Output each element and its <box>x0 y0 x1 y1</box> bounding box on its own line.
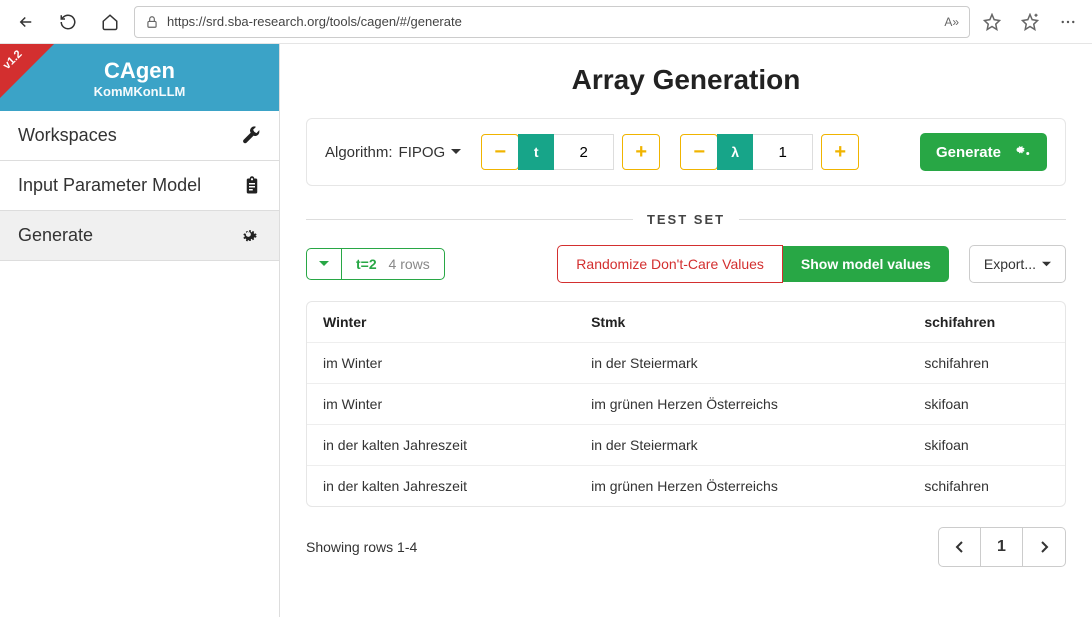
filter-t-label: t=2 <box>356 256 377 272</box>
refresh-button[interactable] <box>50 6 86 38</box>
lambda-symbol: λ <box>717 134 753 170</box>
collections-button[interactable] <box>1014 6 1046 38</box>
section-divider: TEST SET <box>306 212 1066 227</box>
star-plus-icon <box>1021 13 1039 31</box>
algorithm-selected: FIPOG <box>399 144 446 161</box>
t-minus-button[interactable]: − <box>481 134 519 170</box>
strength-filter[interactable]: t=2 4 rows <box>306 248 445 280</box>
sidebar-item-generate[interactable]: Generate <box>0 211 279 261</box>
read-aloud-icon[interactable]: A» <box>944 15 959 29</box>
table-row: in der kalten Jahreszeit im grünen Herze… <box>307 466 1065 506</box>
app-root: v1.2 CAgen KomMKonLLM Workspaces Input P… <box>0 44 1092 617</box>
next-page-button[interactable] <box>1023 528 1065 566</box>
ellipsis-icon <box>1059 13 1077 31</box>
caret-down-icon <box>319 259 329 269</box>
table-row: im Winter im grünen Herzen Österreichs s… <box>307 384 1065 425</box>
algorithm-select[interactable]: Algorithm: FIPOG <box>325 144 461 161</box>
prev-page-button[interactable] <box>939 528 981 566</box>
lambda-plus-button[interactable]: + <box>821 134 859 170</box>
table-header-row: Winter Stmk schifahren <box>307 302 1065 343</box>
sidebar-item-workspaces[interactable]: Workspaces <box>0 111 279 161</box>
chevron-right-icon <box>1039 540 1049 554</box>
table-cell: schifahren <box>908 466 1065 506</box>
sidebar-item-label: Workspaces <box>18 125 117 146</box>
brand-subtitle: KomMKonLLM <box>0 84 279 99</box>
column-header: Winter <box>307 302 575 343</box>
browser-toolbar: https://srd.sba-research.org/tools/cagen… <box>0 0 1092 44</box>
results-table: Winter Stmk schifahren im Winter in der … <box>306 301 1066 507</box>
table-cell: in der Steiermark <box>575 343 908 384</box>
caret-down-icon <box>1042 260 1051 269</box>
filter-rows-label: 4 rows <box>389 256 430 272</box>
url-text: https://srd.sba-research.org/tools/cagen… <box>167 14 936 29</box>
sidebar-item-label: Input Parameter Model <box>18 175 201 196</box>
lambda-minus-button[interactable]: − <box>680 134 718 170</box>
export-button[interactable]: Export... <box>969 245 1066 283</box>
algorithm-bar: Algorithm: FIPOG − t + − λ + Generate <box>306 118 1066 186</box>
table-row: im Winter in der Steiermark schifahren <box>307 343 1065 384</box>
t-input[interactable] <box>554 134 614 170</box>
t-symbol: t <box>518 134 554 170</box>
clipboard-icon <box>243 176 261 196</box>
table-cell: im grünen Herzen Österreichs <box>575 466 908 506</box>
home-button[interactable] <box>92 6 128 38</box>
showing-label: Showing rows 1-4 <box>306 539 417 555</box>
t-stepper: − t + <box>481 134 660 170</box>
main-content: Array Generation Algorithm: FIPOG − t + … <box>280 44 1092 617</box>
generate-button[interactable]: Generate <box>920 133 1047 171</box>
table-cell: skifoan <box>908 384 1065 425</box>
table-cell: schifahren <box>908 343 1065 384</box>
arrow-left-icon <box>17 13 35 31</box>
refresh-icon <box>59 13 77 31</box>
lock-icon <box>145 15 159 29</box>
table-cell: im Winter <box>307 384 575 425</box>
column-header: Stmk <box>575 302 908 343</box>
more-button[interactable] <box>1052 6 1084 38</box>
column-header: schifahren <box>908 302 1065 343</box>
gears-icon <box>1011 143 1031 161</box>
brand-header: v1.2 CAgen KomMKonLLM <box>0 44 279 111</box>
caret-down-icon <box>451 147 461 157</box>
table-cell: in der Steiermark <box>575 425 908 466</box>
lambda-input[interactable] <box>753 134 813 170</box>
chevron-left-icon <box>955 540 965 554</box>
filter-toggle[interactable] <box>307 249 342 279</box>
sidebar-item-input-parameter-model[interactable]: Input Parameter Model <box>0 161 279 211</box>
randomize-button[interactable]: Randomize Don't-Care Values <box>557 245 783 283</box>
section-label: TEST SET <box>633 212 739 227</box>
export-label: Export... <box>984 256 1036 272</box>
pagination: 1 <box>938 527 1066 567</box>
page-number[interactable]: 1 <box>981 528 1023 566</box>
t-plus-button[interactable]: + <box>622 134 660 170</box>
testset-controls: t=2 4 rows Randomize Don't-Care Values S… <box>306 245 1066 283</box>
table-row: in der kalten Jahreszeit in der Steierma… <box>307 425 1065 466</box>
table-cell: in der kalten Jahreszeit <box>307 425 575 466</box>
filter-summary: t=2 4 rows <box>342 256 444 272</box>
table-cell: skifoan <box>908 425 1065 466</box>
sidebar-item-label: Generate <box>18 225 93 246</box>
generate-label: Generate <box>936 144 1001 161</box>
page-title: Array Generation <box>306 64 1066 96</box>
algorithm-label-prefix: Algorithm: <box>325 144 393 161</box>
table-cell: im Winter <box>307 343 575 384</box>
back-button[interactable] <box>8 6 44 38</box>
star-icon <box>983 13 1001 31</box>
lambda-stepper: − λ + <box>680 134 859 170</box>
wrench-icon <box>241 126 261 146</box>
sidebar: v1.2 CAgen KomMKonLLM Workspaces Input P… <box>0 44 280 617</box>
gears-icon <box>239 226 261 246</box>
show-model-values-button[interactable]: Show model values <box>783 246 949 282</box>
favorite-button[interactable] <box>976 6 1008 38</box>
home-icon <box>101 13 119 31</box>
address-bar[interactable]: https://srd.sba-research.org/tools/cagen… <box>134 6 970 38</box>
table-cell: im grünen Herzen Österreichs <box>575 384 908 425</box>
table-cell: in der kalten Jahreszeit <box>307 466 575 506</box>
table-footer: Showing rows 1-4 1 <box>306 527 1066 567</box>
